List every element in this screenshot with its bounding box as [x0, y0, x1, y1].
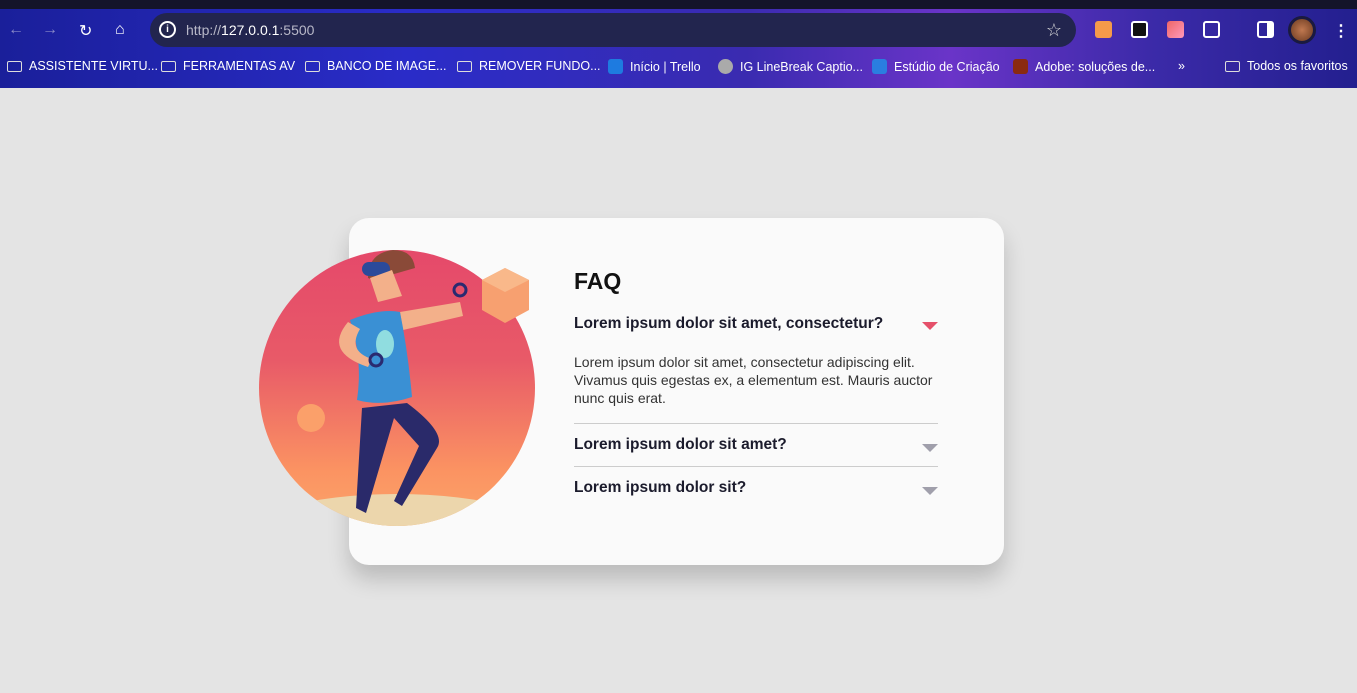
bookmark-item[interactable]: Início | Trello — [608, 59, 701, 74]
bookmark-item[interactable]: BANCO DE IMAGE... — [305, 59, 446, 73]
folder-icon — [7, 60, 22, 72]
bookmark-label: IG LineBreak Captio... — [740, 59, 863, 74]
chevron-down-icon[interactable] — [922, 322, 938, 330]
bookmark-item[interactable]: Adobe: soluções de... — [1013, 59, 1155, 74]
bookmark-item[interactable]: ASSISTENTE VIRTU... — [7, 59, 158, 73]
faq-section: FAQ Lorem ipsum dolor sit amet, consecte… — [574, 268, 938, 509]
faq-answer: Lorem ipsum dolor sit amet, consectetur … — [574, 354, 933, 406]
home-icon[interactable]: ⌂ — [115, 21, 125, 39]
all-bookmarks-label: Todos os favoritos — [1247, 59, 1348, 73]
folder-icon — [457, 60, 472, 72]
faq-item[interactable]: Lorem ipsum dolor sit amet, consectetur?… — [574, 309, 938, 424]
side-panel-icon[interactable] — [1257, 21, 1274, 38]
bookmark-item[interactable]: FERRAMENTAS AV — [161, 59, 295, 73]
extension-icon[interactable] — [1095, 21, 1112, 38]
bookmark-item[interactable]: Estúdio de Criação — [872, 59, 1000, 74]
folder-icon — [1225, 60, 1240, 72]
chevron-down-icon[interactable] — [922, 444, 938, 452]
bookmark-label: BANCO DE IMAGE... — [327, 59, 447, 73]
faq-item[interactable]: Lorem ipsum dolor sit? — [574, 467, 938, 509]
extensions-puzzle-icon[interactable] — [1203, 21, 1220, 38]
bookmark-star-icon[interactable]: ☆ — [1046, 13, 1062, 47]
studio-icon — [872, 59, 887, 74]
browser-chrome: ← → ↻ ⌂ i http://127.0.0.1:5500 ☆ ⋮ ASSI… — [0, 0, 1357, 88]
bookmark-item[interactable]: REMOVER FUNDO... — [457, 59, 601, 73]
bookmark-label: FERRAMENTAS AV — [183, 59, 296, 73]
bookmark-label: REMOVER FUNDO... — [479, 59, 601, 73]
url-prefix: http:// — [186, 22, 222, 38]
address-bar[interactable]: i http://127.0.0.1:5500 ☆ — [150, 13, 1076, 47]
menu-icon[interactable]: ⋮ — [1333, 21, 1349, 41]
faq-title: FAQ — [574, 268, 622, 294]
all-bookmarks[interactable]: Todos os favoritos — [1225, 59, 1348, 73]
bookmark-label: ASSISTENTE VIRTU... — [29, 59, 158, 73]
adobe-icon — [1013, 59, 1028, 74]
folder-icon — [305, 60, 320, 72]
vr-person-illustration — [259, 250, 535, 526]
trello-icon — [608, 59, 623, 74]
bookmark-item[interactable]: IG LineBreak Captio... — [718, 59, 863, 74]
forward-icon[interactable]: → — [42, 21, 58, 39]
faq-item[interactable]: Lorem ipsum dolor sit amet? — [574, 424, 938, 467]
faq-question[interactable]: Lorem ipsum dolor sit amet, consectetur? — [574, 309, 938, 345]
browser-toolbar: ← → ↻ ⌂ i http://127.0.0.1:5500 ☆ ⋮ — [0, 13, 1357, 47]
globe-icon — [718, 59, 733, 74]
back-icon[interactable]: ← — [8, 21, 24, 39]
more-bookmarks-icon[interactable]: » — [1178, 59, 1185, 73]
bookmark-label: Estúdio de Criação — [894, 59, 1000, 74]
extension-icon[interactable] — [1131, 21, 1148, 38]
orb — [297, 404, 325, 432]
folder-icon — [161, 60, 176, 72]
url-host: 127.0.0.1 — [221, 22, 280, 38]
chevron-down-icon[interactable] — [922, 487, 938, 495]
tab-strip — [0, 0, 1357, 9]
bookmark-label: Início | Trello — [630, 59, 701, 74]
bookmark-label: Adobe: soluções de... — [1035, 59, 1156, 74]
reload-icon[interactable]: ↻ — [79, 21, 92, 41]
faq-question[interactable]: Lorem ipsum dolor sit? — [574, 467, 938, 509]
extension-icon[interactable] — [1167, 21, 1184, 38]
faq-question[interactable]: Lorem ipsum dolor sit amet? — [574, 424, 938, 466]
url-port: :5500 — [279, 22, 315, 38]
info-icon[interactable]: i — [159, 21, 176, 38]
bookmarks-bar: ASSISTENTE VIRTU... FERRAMENTAS AV BANCO… — [0, 47, 1357, 87]
avatar[interactable] — [1288, 16, 1316, 44]
